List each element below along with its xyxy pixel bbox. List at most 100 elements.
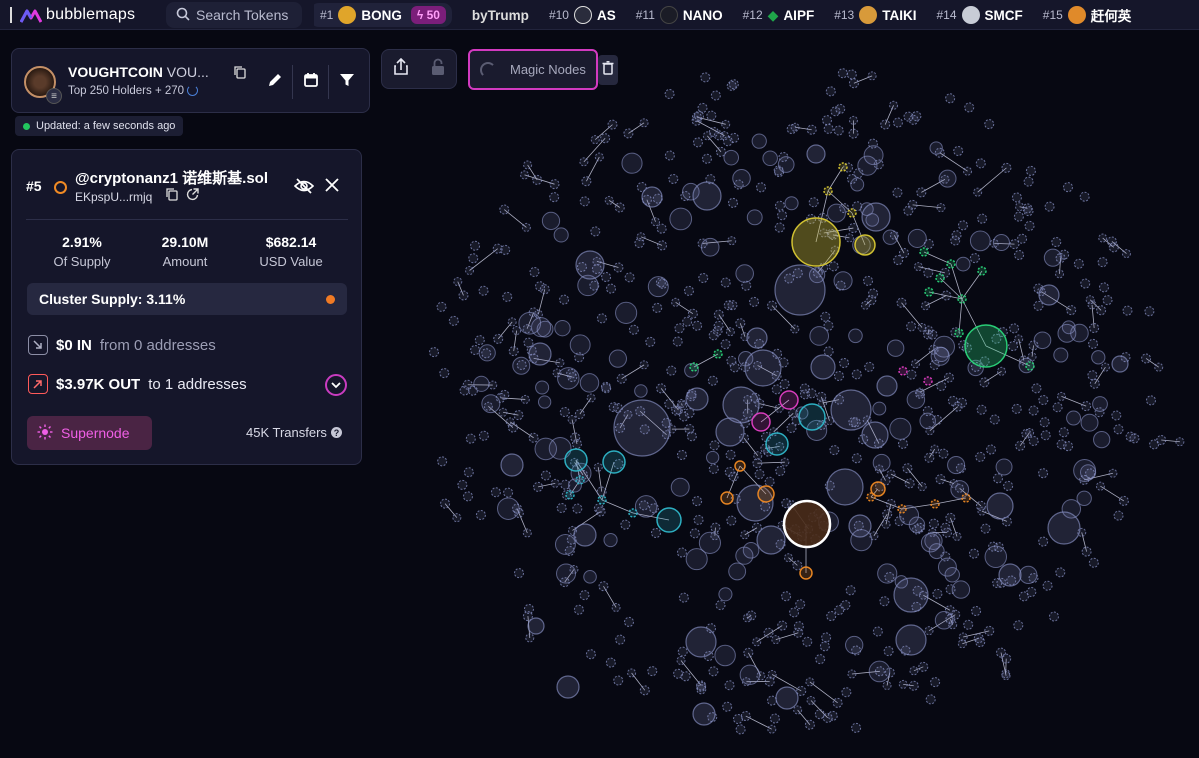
holder-bubble[interactable] xyxy=(697,102,708,113)
ticker-item-11[interactable]: #11 NANO xyxy=(636,6,723,24)
holder-bubble[interactable] xyxy=(639,685,650,696)
holder-bubble[interactable] xyxy=(1093,430,1111,449)
outflow-row[interactable]: $3.97K OUT to 1 addresses xyxy=(28,374,247,394)
ticker-item-truncated[interactable]: byTrump xyxy=(472,8,529,23)
inflow-row[interactable]: $0 IN from 0 addresses xyxy=(28,335,216,355)
holder-bubble[interactable] xyxy=(1098,282,1109,293)
holder-bubble[interactable] xyxy=(930,677,941,688)
holder-bubble[interactable] xyxy=(951,230,962,241)
holder-bubble[interactable] xyxy=(830,389,872,431)
holder-bubble[interactable] xyxy=(586,393,596,403)
holder-bubble[interactable] xyxy=(1008,341,1019,352)
holder-bubble[interactable] xyxy=(608,349,627,368)
holder-bubble[interactable] xyxy=(826,468,864,506)
holder-bubble[interactable] xyxy=(573,604,584,615)
holder-bubble[interactable] xyxy=(685,387,709,411)
holder-bubble[interactable] xyxy=(795,599,806,610)
holder-bubble[interactable] xyxy=(1001,669,1011,679)
holder-bubble[interactable] xyxy=(700,72,711,83)
holder-bubble[interactable] xyxy=(775,686,799,710)
holder-bubble[interactable] xyxy=(833,370,844,381)
holder-bubble[interactable] xyxy=(559,407,570,418)
holder-bubble[interactable] xyxy=(478,285,489,296)
holder-bubble[interactable] xyxy=(886,469,896,479)
holder-bubble[interactable] xyxy=(1073,258,1084,269)
holder-bubble[interactable] xyxy=(1088,557,1099,568)
holder-bubble[interactable] xyxy=(670,477,690,497)
holder-bubble[interactable] xyxy=(880,119,891,130)
app-logo[interactable]: bubblemaps xyxy=(10,4,135,26)
holder-bubble[interactable] xyxy=(689,528,700,539)
holder-bubble[interactable] xyxy=(528,342,552,366)
holder-bubble[interactable] xyxy=(596,486,607,497)
holder-bubble[interactable] xyxy=(860,300,870,310)
holder-bubble[interactable] xyxy=(720,339,731,350)
holder-bubble[interactable] xyxy=(792,560,803,571)
holder-bubble[interactable] xyxy=(1047,511,1081,545)
holder-bubble[interactable] xyxy=(573,523,597,547)
holder-bubble[interactable] xyxy=(550,478,560,488)
external-link-icon[interactable] xyxy=(186,188,199,206)
holder-bubble[interactable] xyxy=(503,487,514,498)
holder-bubble[interactable] xyxy=(1081,401,1092,412)
holder-bubble[interactable] xyxy=(698,272,709,283)
holder-bubble[interactable] xyxy=(882,229,899,245)
holder-bubble[interactable] xyxy=(1063,441,1074,452)
holder-bubble[interactable] xyxy=(944,567,960,583)
holder-bubble[interactable] xyxy=(508,346,519,357)
holder-bubble[interactable] xyxy=(833,271,853,291)
holder-bubble[interactable] xyxy=(523,337,534,348)
holder-bubble[interactable] xyxy=(428,347,439,358)
holder-bubble[interactable] xyxy=(863,275,874,286)
holder-bubble[interactable] xyxy=(986,492,1014,520)
holder-bubble[interactable] xyxy=(452,513,462,523)
holder-bubble[interactable] xyxy=(475,510,486,521)
holder-bubble[interactable] xyxy=(883,646,894,657)
holder-bubble[interactable] xyxy=(572,503,583,514)
holder-bubble[interactable] xyxy=(1145,395,1156,406)
holder-bubble[interactable] xyxy=(735,724,746,735)
holder-bubble[interactable] xyxy=(767,300,778,311)
holder-bubble[interactable] xyxy=(713,320,724,331)
holder-bubble[interactable] xyxy=(1044,201,1055,212)
holder-bubble[interactable] xyxy=(440,498,451,509)
supernode-button[interactable]: Supernode xyxy=(27,416,152,450)
holder-bubble[interactable] xyxy=(1028,435,1039,446)
cluster-bubble[interactable] xyxy=(791,217,841,267)
holder-bubble[interactable] xyxy=(490,487,501,498)
cluster-bubble[interactable] xyxy=(799,566,813,580)
holder-bubble[interactable] xyxy=(889,417,912,440)
holder-bubble[interactable] xyxy=(535,380,550,395)
holder-bubble[interactable] xyxy=(789,607,800,618)
holder-bubble[interactable] xyxy=(614,202,625,213)
holder-bubble[interactable] xyxy=(728,197,739,208)
holder-bubble[interactable] xyxy=(925,694,936,705)
holder-bubble[interactable] xyxy=(980,523,991,534)
holder-bubble[interactable] xyxy=(1058,427,1069,438)
holder-bubble[interactable] xyxy=(921,301,931,311)
holder-bubble[interactable] xyxy=(845,585,856,596)
holder-bubble[interactable] xyxy=(844,233,854,243)
holder-bubble[interactable] xyxy=(639,360,649,370)
holder-bubble[interactable] xyxy=(645,336,656,347)
holder-bubble[interactable] xyxy=(708,127,719,138)
holder-bubble[interactable] xyxy=(594,152,604,162)
holder-bubble[interactable] xyxy=(781,498,792,509)
cluster-bubble[interactable] xyxy=(779,390,799,410)
holder-bubble[interactable] xyxy=(671,297,681,307)
holder-bubble[interactable] xyxy=(767,695,778,706)
holder-bubble[interactable] xyxy=(892,187,903,198)
holder-bubble[interactable] xyxy=(639,118,649,128)
holder-bubble[interactable] xyxy=(636,232,646,242)
holder-bubble[interactable] xyxy=(696,684,707,695)
holder-bubble[interactable] xyxy=(973,633,984,644)
holder-bubble[interactable] xyxy=(534,437,558,461)
holder-bubble[interactable] xyxy=(616,373,627,384)
holder-bubble[interactable] xyxy=(822,115,833,126)
holder-bubble[interactable] xyxy=(823,346,834,357)
holder-bubble[interactable] xyxy=(767,724,777,734)
holder-bubble[interactable] xyxy=(1111,410,1122,421)
holder-bubble[interactable] xyxy=(989,414,1000,425)
holder-bubble[interactable] xyxy=(620,519,631,530)
selected-wallet-bubble[interactable] xyxy=(782,499,832,549)
